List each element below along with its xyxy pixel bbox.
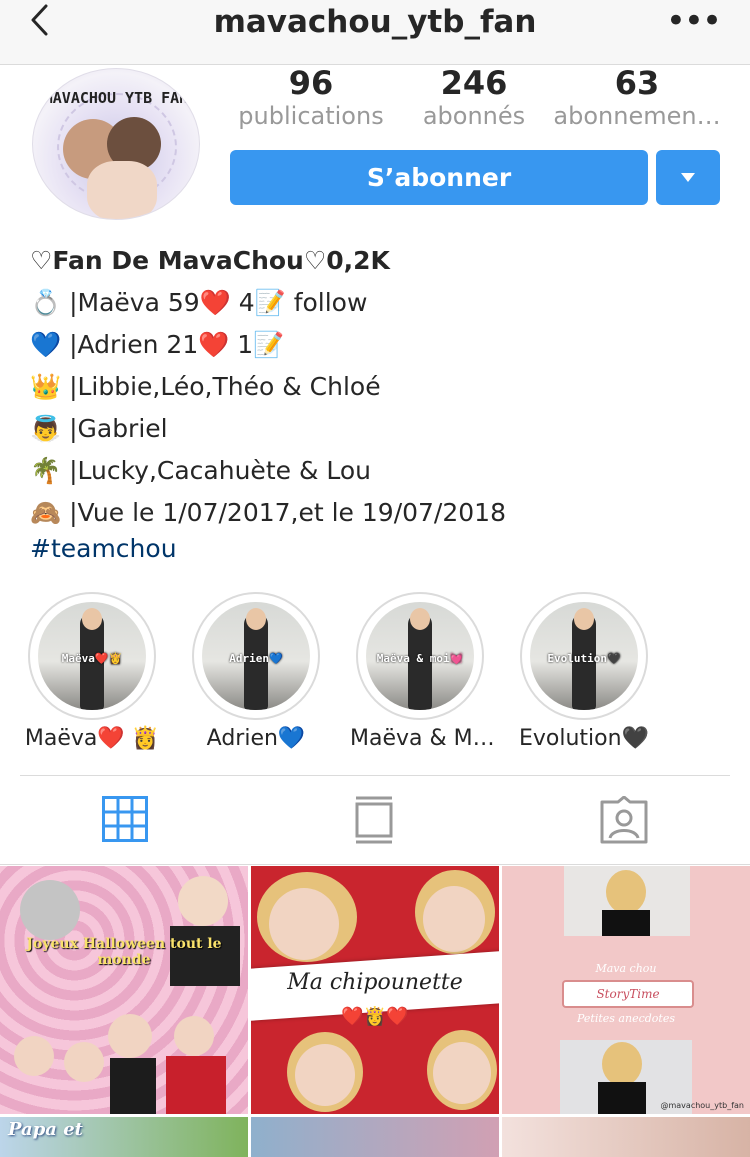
profile-username-title: mavachou_ytb_fan <box>213 4 537 40</box>
post-figure <box>166 1056 226 1114</box>
post-figure <box>174 1016 214 1056</box>
post-thumbnail[interactable]: Papa et <box>0 1117 248 1157</box>
post-thumbnail[interactable]: Ma chipounette ❤️👸❤️ <box>251 866 499 1114</box>
highlight-item[interactable]: Adrien💙 Adrien💙 <box>186 592 326 751</box>
stat-following[interactable]: 63 abonnemen… <box>552 64 722 130</box>
post-figure <box>269 888 339 960</box>
bio-name: ♡Fan De MavaChou♡0,2K <box>30 246 390 275</box>
follow-button[interactable]: S’abonner <box>230 150 648 205</box>
highlight-image: Adrien💙 <box>202 602 310 710</box>
post-caption-text: Petites anecdotes <box>577 1012 675 1025</box>
post-caption-text: Joyeux Halloween tout le monde <box>26 936 222 968</box>
highlight-cover-text: Maëva & moi💓 <box>376 652 464 665</box>
grid-icon[interactable] <box>102 796 148 842</box>
post-figure <box>433 1042 491 1104</box>
bio-line: 🙈 |Vue le 1/07/2017,et le 19/07/2018 <box>30 498 506 527</box>
post-thumbnail[interactable] <box>251 1117 499 1157</box>
bio-line: 👑 |Libbie,Léo,Théo & Chloé <box>30 372 381 401</box>
highlight-figure-head <box>246 608 266 630</box>
post-figure <box>64 1042 104 1082</box>
avatar-logo-text: MAVACHOU YTB FAN <box>43 89 189 107</box>
bio-line: 💙 |Adrien 21❤️ 1📝 <box>30 330 285 359</box>
story-highlights: Maëva❤️👸 Maëva❤️ 👸 Adrien💙 Adrien💙 Maëva… <box>0 592 750 762</box>
stat-label: abonnés <box>422 102 526 130</box>
tagged-icon[interactable] <box>600 796 648 844</box>
highlight-image: Maëva & moi💓 <box>366 602 474 710</box>
bio-hashtag-link[interactable]: #teamchou <box>30 534 730 564</box>
post-watermark: @mavachou_ytb_fan <box>660 1101 744 1110</box>
highlight-cover-text: Maëva❤️👸 <box>61 652 123 665</box>
highlight-label: Evolution🖤 <box>519 726 649 751</box>
highlight-item[interactable]: Maëva❤️👸 Maëva❤️ 👸 <box>22 592 162 751</box>
post-figure <box>14 1036 54 1076</box>
post-thumbnail[interactable] <box>502 1117 750 1157</box>
post-caption-text: Mava chou <box>595 962 657 975</box>
highlight-label: Adrien💙 <box>206 726 306 751</box>
highlight-image: Evolution🖤 <box>530 602 638 710</box>
highlight-figure-head <box>82 608 102 630</box>
post-figure <box>606 870 646 914</box>
bio-line: 💍 |Maëva 59❤️ 4📝 follow <box>30 288 368 317</box>
post-figure <box>108 1014 152 1058</box>
post-figure <box>20 880 80 940</box>
highlight-label: Maëva❤️ 👸 <box>24 726 160 751</box>
bio-line: 🌴 |Lucky,Cacahuète & Lou <box>30 456 372 485</box>
highlight-cover: Maëva & moi💓 <box>356 592 484 720</box>
post-figure <box>423 886 485 952</box>
highlight-label: Maëva & M… <box>350 726 495 751</box>
highlight-item[interactable]: Maëva & moi💓 Maëva & M… <box>350 592 495 751</box>
post-caption-emojis: ❤️👸❤️ <box>341 1006 409 1027</box>
highlight-cover: Maëva❤️👸 <box>28 592 156 720</box>
highlight-figure-head <box>410 608 430 630</box>
post-thumbnail[interactable]: Joyeux Halloween tout le monde <box>0 866 248 1114</box>
post-figure <box>110 1058 156 1114</box>
highlight-item[interactable]: Evolution🖤 Evolution🖤 <box>514 592 654 751</box>
top-navigation-bar: mavachou_ytb_fan ••• <box>0 0 750 65</box>
highlight-cover-text: Adrien💙 <box>229 652 283 665</box>
post-figure <box>178 876 228 926</box>
highlight-image: Maëva❤️👸 <box>38 602 146 710</box>
post-caption-text: StoryTime <box>562 980 694 1008</box>
more-horizontal-icon[interactable]: ••• <box>666 4 722 38</box>
highlight-cover-text: Evolution🖤 <box>547 652 621 665</box>
stat-publications[interactable]: 96 publications <box>226 64 396 130</box>
stat-label: publications <box>238 102 384 130</box>
highlight-figure-head <box>574 608 594 630</box>
feed-icon[interactable] <box>354 796 394 844</box>
post-figure <box>602 910 650 936</box>
profile-bio: ♡Fan De MavaChou♡0,2K 💍 |Maëva 59❤️ 4📝 f… <box>30 240 730 564</box>
stat-label: abonnemen… <box>553 102 721 130</box>
posts-grid: Joyeux Halloween tout le monde Ma chipou… <box>0 866 750 1157</box>
post-figure <box>598 1082 646 1114</box>
profile-avatar[interactable]: MAVACHOU YTB FAN <box>32 68 200 220</box>
avatar-photo-figure <box>87 161 157 219</box>
section-divider <box>20 775 730 776</box>
post-figure <box>602 1042 642 1086</box>
post-caption-text: Ma chipounette <box>287 970 463 995</box>
chevron-down-icon <box>681 173 695 182</box>
stat-value: 63 <box>614 64 660 102</box>
stat-followers[interactable]: 246 abonnés <box>389 64 559 130</box>
bio-line: 👼 |Gabriel <box>30 414 168 443</box>
highlight-cover: Adrien💙 <box>192 592 320 720</box>
stat-value: 246 <box>440 64 508 102</box>
post-thumbnail[interactable]: Mava chou StoryTime Petites anecdotes @m… <box>502 866 750 1114</box>
section-divider <box>0 864 750 865</box>
post-figure <box>295 1044 355 1106</box>
suggestions-dropdown-button[interactable] <box>656 150 720 205</box>
post-caption-text: Papa et <box>8 1119 83 1140</box>
highlight-cover: Evolution🖤 <box>520 592 648 720</box>
stat-value: 96 <box>288 64 334 102</box>
